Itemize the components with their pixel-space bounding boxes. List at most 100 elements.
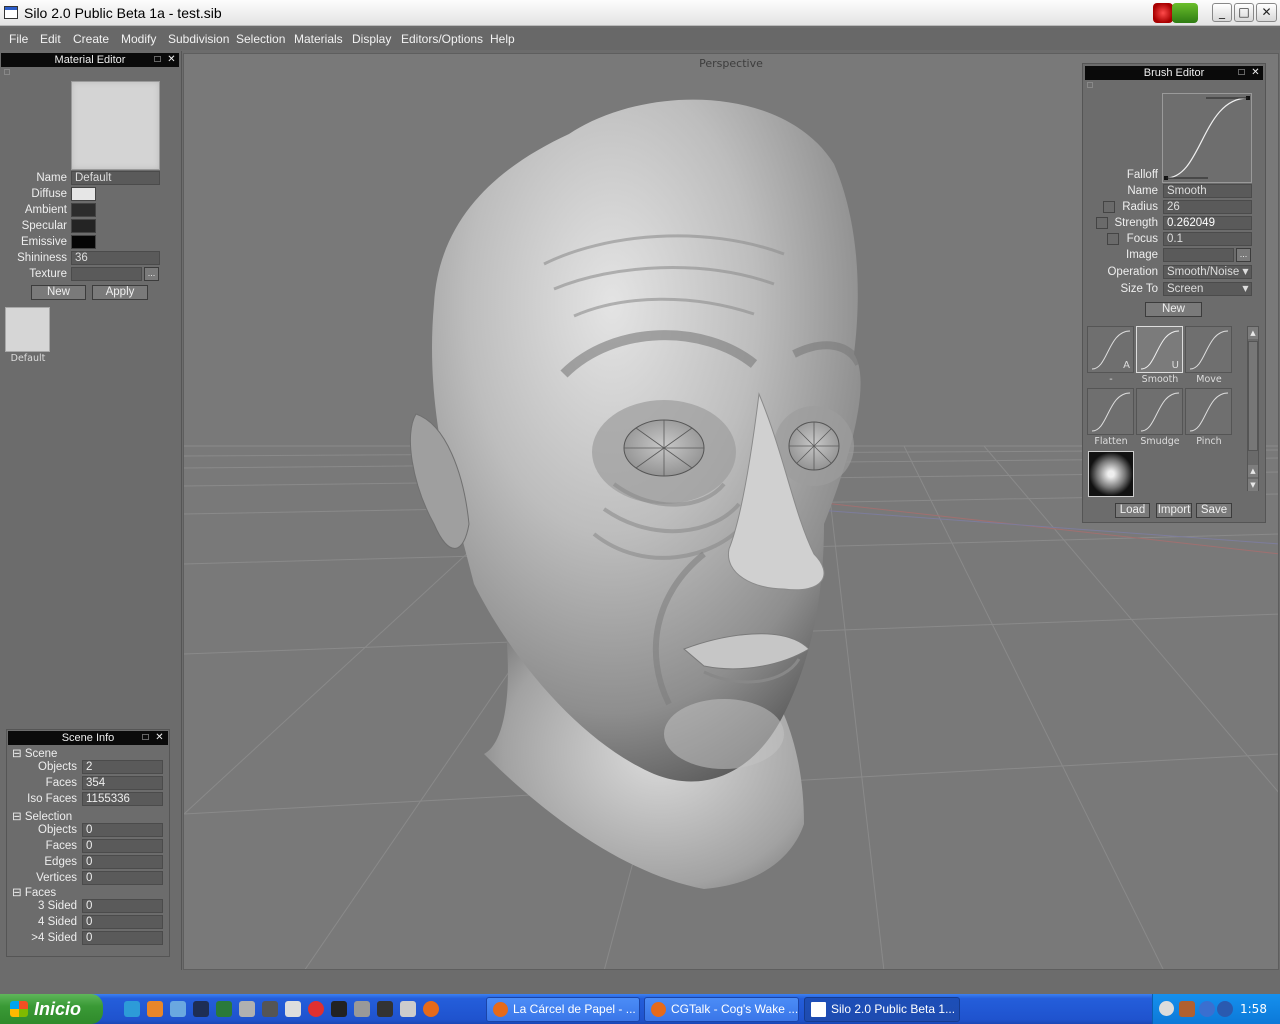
texture-field[interactable] [71,267,142,281]
faces-group[interactable]: ⊟ Faces [12,885,56,899]
ambient-swatch[interactable] [71,203,96,217]
three-sided-label: 3 Sided [37,900,77,912]
brush-thumbnail-smooth[interactable]: U [1136,326,1183,373]
close-icon[interactable]: ✕ [155,733,164,743]
collapse-icon[interactable] [1087,82,1093,88]
task-button-carcel[interactable]: La Cárcel de Papel - ... [486,997,640,1022]
size-to-select[interactable]: Screen [1163,282,1252,296]
menu-bar: File Edit Create Modify Subdivision Sele… [0,28,1280,50]
menu-create[interactable]: Create [73,32,109,46]
image-browse-button[interactable]: ... [1236,248,1251,262]
firefox-icon[interactable] [423,1001,439,1017]
menu-edit[interactable]: Edit [40,32,61,46]
menu-editors-options[interactable]: Editors/Options [401,32,483,46]
diffuse-swatch[interactable] [71,187,96,201]
float-icon[interactable]: □ [1237,68,1246,78]
quicklaunch-app-icon[interactable] [193,1001,209,1017]
collapse-icon[interactable]: ⊟ [12,748,22,760]
brush-thumbnail-move[interactable] [1185,326,1232,373]
ie-icon[interactable] [124,1001,140,1017]
scroll-thumb[interactable] [1248,341,1258,451]
shininess-field[interactable]: 36 [71,251,160,265]
emissive-swatch[interactable] [71,235,96,249]
scene-info-panel: Scene Info □ ✕ ⊟ Scene Objects 2 Faces 3… [6,729,170,957]
quicklaunch-app-icon[interactable] [216,1001,232,1017]
specular-swatch[interactable] [71,219,96,233]
collapse-icon[interactable] [4,69,10,75]
operation-select[interactable]: Smooth/Noise [1163,265,1252,279]
brush-list-scrollbar[interactable]: ▲ ▲ ▼ [1247,326,1259,491]
quicklaunch-app-icon[interactable] [377,1001,393,1017]
brush-caption: Pinch [1196,436,1222,447]
menu-modify[interactable]: Modify [121,32,156,46]
import-brush-button[interactable]: Import [1156,503,1192,518]
tray-app-icon[interactable] [1217,1001,1233,1017]
quicklaunch-app-icon[interactable] [170,1001,186,1017]
collapse-icon[interactable]: ⊟ [12,811,22,823]
new-brush-button[interactable]: New [1145,302,1202,317]
quicklaunch-app-icon[interactable] [354,1001,370,1017]
strength-field[interactable]: 0.262049 [1163,216,1252,230]
brush-thumbnail-0[interactable]: A [1087,326,1134,373]
brush-thumbnail-smudge[interactable] [1136,388,1183,435]
brush-stamp-thumbnail[interactable] [1088,451,1134,497]
three-sided-value: 0 [82,899,163,913]
collapse-icon[interactable]: ⊟ [12,887,22,899]
new-material-button[interactable]: New [31,285,86,300]
task-button-cgtalk[interactable]: CGTalk - Cog's Wake ... [644,997,799,1022]
menu-materials[interactable]: Materials [294,32,343,46]
quicklaunch-app-icon[interactable] [262,1001,278,1017]
scroll-up-arrow[interactable]: ▲ [1248,327,1258,339]
texture-browse-button[interactable]: ... [144,267,159,281]
record-icon[interactable] [1153,3,1173,23]
falloff-curve-editor[interactable] [1162,93,1252,183]
brush-thumbnail-flatten[interactable] [1087,388,1134,435]
float-icon[interactable]: □ [141,733,150,743]
image-field[interactable] [1163,248,1234,262]
material-editor-header: Material Editor □ ✕ [1,53,179,67]
save-brush-button[interactable]: Save [1196,503,1232,518]
tray-app-icon[interactable] [1179,1001,1195,1017]
apply-material-button[interactable]: Apply [92,285,148,300]
scroll-down-arrow[interactable]: ▼ [1248,479,1258,491]
material-name-field[interactable]: Default [71,171,160,185]
quicklaunch-app-icon[interactable] [147,1001,163,1017]
quicklaunch-app-icon[interactable] [239,1001,255,1017]
nvidia-icon[interactable] [1172,3,1198,23]
close-button[interactable]: ✕ [1256,3,1277,22]
maximize-button[interactable]: □ [1234,3,1254,22]
menu-help[interactable]: Help [490,32,515,46]
radius-label: Radius [1122,201,1158,213]
brush-thumbnail-pinch[interactable] [1185,388,1232,435]
quicklaunch-app-icon[interactable] [285,1001,301,1017]
sel-edges-value: 0 [82,855,163,869]
start-button[interactable]: Inicio [0,994,103,1024]
minimize-button[interactable]: _ [1212,3,1232,22]
menu-selection[interactable]: Selection [236,32,285,46]
tray-expand-icon[interactable] [1159,1001,1174,1016]
taskbar: Inicio La Cárcel de Papel - ... CGTalk -… [0,994,1280,1024]
selection-group[interactable]: ⊟ Selection [12,809,72,823]
chevron-down-icon[interactable]: ▼ [1240,283,1251,295]
close-icon[interactable]: ✕ [167,55,176,65]
tray-app-icon[interactable] [1199,1001,1215,1017]
chevron-down-icon[interactable]: ▼ [1240,266,1251,278]
float-icon[interactable]: □ [153,55,162,65]
menu-file[interactable]: File [9,32,28,46]
task-label: Silo 2.0 Public Beta 1... [831,1002,956,1016]
radius-field[interactable]: 26 [1163,200,1252,214]
brush-name-label: Name [1127,185,1158,197]
quicklaunch-app-icon[interactable] [331,1001,347,1017]
menu-display[interactable]: Display [352,32,391,46]
quicklaunch-app-icon[interactable] [308,1001,324,1017]
brush-name-field[interactable]: Smooth [1163,184,1252,198]
scene-group[interactable]: ⊟ Scene [12,746,57,760]
load-brush-button[interactable]: Load [1115,503,1150,518]
menu-subdivision[interactable]: Subdivision [168,32,229,46]
material-library-thumbnail[interactable] [5,307,50,352]
quicklaunch-app-icon[interactable] [400,1001,416,1017]
focus-field[interactable]: 0.1 [1163,232,1252,246]
task-button-silo[interactable]: Silo 2.0 Public Beta 1... [804,997,960,1022]
close-icon[interactable]: ✕ [1251,68,1260,78]
scroll-up-arrow[interactable]: ▲ [1248,465,1258,477]
